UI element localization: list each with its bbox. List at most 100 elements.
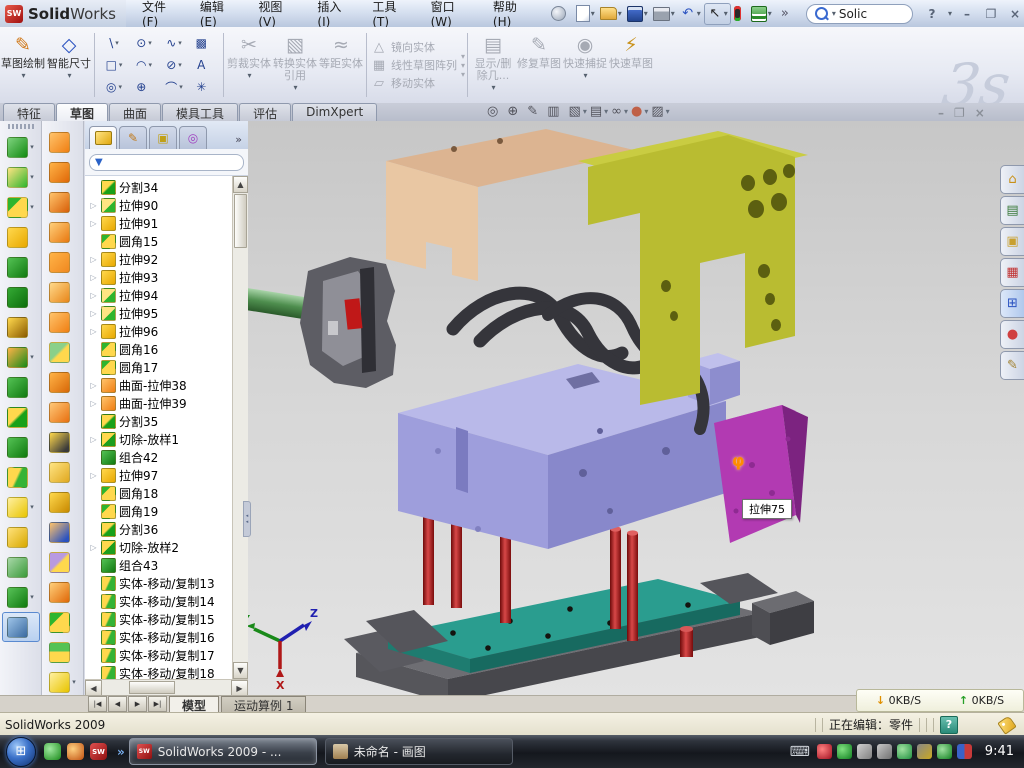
keyboard-icon[interactable]: ⌨ <box>790 744 810 760</box>
tree-item[interactable]: ▷ 拉伸90 <box>89 196 232 214</box>
command-button[interactable]: ◇ 智能尺寸 ▾ <box>46 27 92 103</box>
tool-button[interactable]: ▾ <box>2 522 40 552</box>
graphics-viewport[interactable]: Y Z X φ 拉伸75 ⌂ ▤ <box>248 121 1024 695</box>
command-button[interactable]: ▱ 移动实体 <box>371 75 457 91</box>
command-tab[interactable]: 草图 <box>56 103 108 121</box>
tab-nav-button[interactable]: ◀ <box>108 696 127 712</box>
tool-button[interactable]: ▾ <box>44 157 82 187</box>
scroll-up-button[interactable]: ▲ <box>233 176 248 193</box>
tool-button[interactable]: ▾ <box>44 277 82 307</box>
tool-button[interactable]: ▾ <box>44 517 82 547</box>
tree-item[interactable]: ▷ 分割36 <box>89 520 232 538</box>
previous-view-icon[interactable]: ✎ ▾ <box>527 104 544 119</box>
document-tab[interactable]: 模型 <box>169 696 219 713</box>
volume-icon[interactable] <box>877 744 892 759</box>
expand-arrow-icon[interactable]: ▷ <box>89 327 98 336</box>
part-clamp[interactable] <box>300 257 396 388</box>
tree-item[interactable]: ▷ 拉伸93 <box>89 268 232 286</box>
tree-item[interactable]: ▷ 曲面-拉伸39 <box>89 394 232 412</box>
tool-button[interactable]: ▾ <box>2 492 40 522</box>
command-tab[interactable]: 特征 <box>3 103 55 121</box>
tree-item[interactable]: ▷ 实体-移动/复制16 <box>89 628 232 646</box>
solidworks-icon[interactable]: SW <box>90 743 107 760</box>
sketch-entity-button[interactable]: ⊘▾ <box>159 54 189 76</box>
sketch-entity-button[interactable]: ⊕▾ <box>129 76 159 98</box>
quick-tips-icon[interactable]: ? <box>940 716 958 734</box>
tree-item[interactable]: ▷ 实体-移动/复制17 <box>89 646 232 664</box>
zoom-area-icon[interactable]: ⊕ ▾ <box>507 104 524 119</box>
scroll-down-button[interactable]: ▼ <box>233 662 248 679</box>
sketch-entity-button[interactable]: □▾ <box>99 54 129 76</box>
tree-horizontal-scrollbar[interactable]: ◀ ▶ <box>85 679 248 695</box>
network-warning-icon[interactable] <box>917 744 932 759</box>
dropdown-caret-icon[interactable]: ▾ <box>584 71 588 80</box>
toolbar-grip[interactable] <box>8 124 34 129</box>
tool-button[interactable]: ▾ <box>2 552 40 582</box>
tool-button[interactable]: ▾ <box>44 427 82 457</box>
doc-restore-button[interactable]: ❐ <box>954 106 965 120</box>
apply-scene-icon[interactable]: ▨ ▾ <box>651 104 669 119</box>
section-view-icon[interactable]: ▥ ▾ <box>547 104 565 119</box>
manager-overflow-button[interactable]: » <box>235 133 246 149</box>
tool-button[interactable]: ▾ <box>44 337 82 367</box>
sync-icon[interactable] <box>957 744 972 759</box>
tool-button[interactable]: ▾ <box>2 282 40 312</box>
tool-button[interactable]: ▾ <box>2 222 40 252</box>
tree-item[interactable]: ▷ 分割35 <box>89 412 232 430</box>
command-button[interactable]: ▧ 转换实体引用 ▾ <box>272 27 318 103</box>
tool-button[interactable]: ▾ <box>44 397 82 427</box>
tool-button[interactable]: ▾ <box>2 162 40 192</box>
start-button[interactable]: ⊞ <box>6 737 36 767</box>
overflow-icon[interactable]: » ▾ <box>775 4 800 24</box>
sketch-entity-button[interactable]: ⊙▾ <box>129 32 159 54</box>
rebuild-icon[interactable]: ▾ <box>732 4 748 23</box>
tool-button[interactable]: ▾ <box>44 607 82 637</box>
tool-button[interactable]: ▾ <box>44 637 82 667</box>
print-icon[interactable]: ▾ <box>651 5 677 23</box>
tab-nav-button[interactable]: ▶ <box>128 696 147 712</box>
tree-item[interactable]: ▷ 组合42 <box>89 448 232 466</box>
options-icon[interactable]: ▾ <box>749 4 774 24</box>
select-arrow-icon[interactable]: ↖ ▾ <box>704 3 731 25</box>
expand-arrow-icon[interactable]: ▷ <box>89 291 98 300</box>
design-library-tab[interactable]: ▤ <box>1000 196 1024 225</box>
media-icon[interactable] <box>67 743 84 760</box>
pin-icon[interactable]: ▾ <box>549 4 573 23</box>
antivirus-icon[interactable] <box>837 744 852 759</box>
command-tab[interactable]: DimXpert <box>292 103 377 121</box>
tool-button[interactable]: ▾ <box>2 252 40 282</box>
new-document-icon[interactable]: ▾ <box>574 3 597 24</box>
command-button[interactable]: ▦ 线性草图阵列 <box>371 57 457 73</box>
featuremanager-tab[interactable] <box>89 126 117 149</box>
tree-item[interactable]: ▷ 圆角18 <box>89 484 232 502</box>
tool-button[interactable]: ▾ <box>44 307 82 337</box>
tool-button[interactable]: ▾ <box>2 342 40 372</box>
propertymanager-tab[interactable]: ✎ <box>119 126 147 149</box>
save-icon[interactable]: ▾ <box>625 4 650 24</box>
hide-show-items-icon[interactable]: ∞ ▾ <box>611 104 628 119</box>
file-explorer-tab[interactable]: ▣ <box>1000 227 1024 256</box>
tree-item[interactable]: ▷ 拉伸95 <box>89 304 232 322</box>
part-locating-pin[interactable] <box>680 626 693 657</box>
scroll-thumb[interactable] <box>129 681 175 694</box>
tree-item[interactable]: ▷ 圆角19 <box>89 502 232 520</box>
tool-button[interactable]: ▾ <box>2 462 40 492</box>
health-icon[interactable] <box>937 744 952 759</box>
tool-button[interactable]: ▾ <box>2 402 40 432</box>
tool-button[interactable]: ▾ <box>44 367 82 397</box>
tree-item[interactable]: ▷ 拉伸91 <box>89 214 232 232</box>
open-icon[interactable]: ▾ <box>598 5 624 22</box>
command-button[interactable]: ✎ 草图绘制 ▾ <box>0 27 46 103</box>
dimxpertmanager-tab[interactable]: ◎ <box>179 126 207 149</box>
expand-arrow-icon[interactable]: ▷ <box>89 399 98 408</box>
tree-item[interactable]: ▷ 组合43 <box>89 556 232 574</box>
tool-button[interactable]: ▾ <box>2 132 40 162</box>
tree-item[interactable]: ▷ 实体-移动/复制14 <box>89 592 232 610</box>
tool-button[interactable]: ▾ <box>2 192 40 222</box>
expand-arrow-icon[interactable]: ▷ <box>89 273 98 282</box>
tree-item[interactable]: ▷ 实体-移动/复制13 <box>89 574 232 592</box>
expand-arrow-icon[interactable]: ▷ <box>89 471 98 480</box>
gps-icon[interactable] <box>897 744 912 759</box>
tree-item[interactable]: ▷ 切除-放样2 <box>89 538 232 556</box>
tool-button[interactable]: ▾ <box>2 432 40 462</box>
